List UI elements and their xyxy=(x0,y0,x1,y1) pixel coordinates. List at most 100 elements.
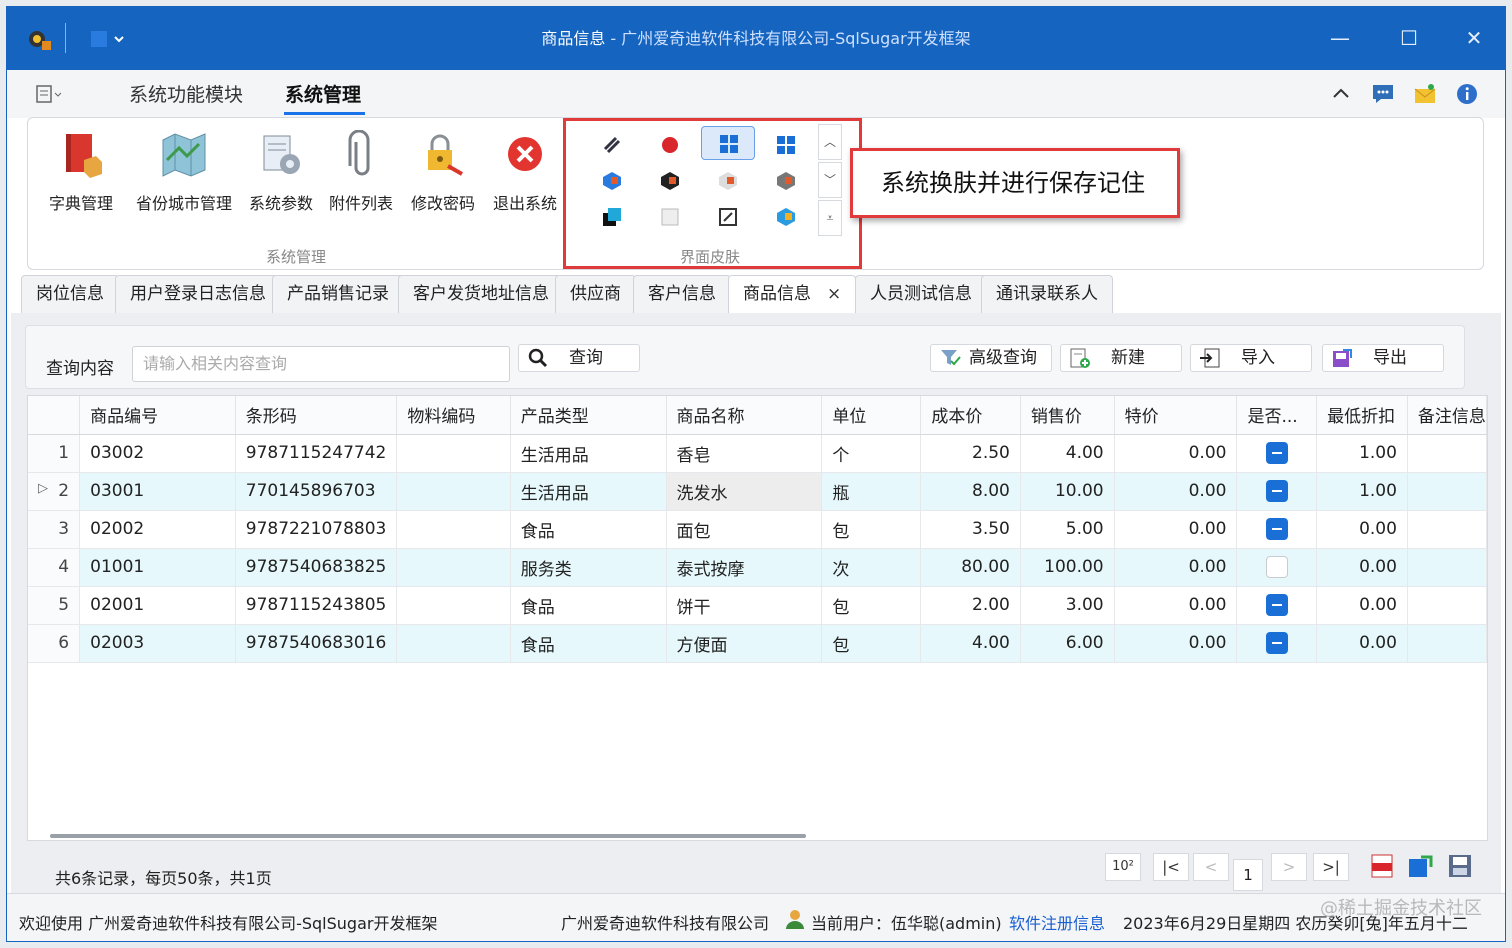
cell-checkbox[interactable] xyxy=(1236,586,1318,625)
cell-name[interactable]: 饼干 xyxy=(666,586,823,625)
tab-system-management[interactable]: 系统管理 xyxy=(285,80,361,107)
cell-checkbox[interactable] xyxy=(1236,472,1318,511)
cell-cost[interactable]: 4.00 xyxy=(920,624,1021,663)
column-header[interactable]: 商品编号 xyxy=(79,396,236,435)
table-row[interactable]: 6 02003 9787540683016 食品 方便面包 4.00 6.00 0.00 0.0… xyxy=(28,624,1487,663)
cell-name[interactable]: 香皂 xyxy=(666,434,823,473)
checked-checkbox-icon[interactable] xyxy=(1265,442,1288,464)
cell-checkbox[interactable] xyxy=(1236,624,1318,663)
column-header[interactable]: 备注信息 xyxy=(1407,396,1487,435)
cell-checkbox[interactable] xyxy=(1236,548,1318,587)
prev-page-button[interactable]: < xyxy=(1193,853,1229,881)
cell-special[interactable]: 0.00 xyxy=(1114,586,1238,625)
cell-barcode[interactable]: 9787221078803 xyxy=(235,510,398,549)
save-layout-icon[interactable] xyxy=(1447,853,1473,879)
search-input[interactable]: 请输入相关内容查询 xyxy=(132,346,510,382)
column-header[interactable]: 单位 xyxy=(821,396,922,435)
cell-discount[interactable]: 1.00 xyxy=(1316,434,1408,473)
cell-unit[interactable]: 包 xyxy=(821,510,922,549)
collapse-ribbon-icon[interactable] xyxy=(1329,82,1353,106)
cell-barcode[interactable]: 770145896703 xyxy=(235,472,398,511)
cell-code[interactable]: 03002 xyxy=(79,434,236,473)
export-page-icon[interactable] xyxy=(1407,853,1433,879)
mail-icon[interactable] xyxy=(1413,82,1437,106)
cell-special[interactable]: 0.00 xyxy=(1114,510,1238,549)
table-row[interactable]: 4 01001 9787540683825 服务类 泰式按摩次 80.00 100.00 0.… xyxy=(28,548,1487,587)
doc-tab[interactable]: 客户发货地址信息 xyxy=(398,275,564,313)
cell-note[interactable] xyxy=(1407,548,1487,587)
cell-type[interactable]: 生活用品 xyxy=(510,472,667,511)
doc-tab[interactable]: 产品销售记录 xyxy=(272,275,404,313)
cell-discount[interactable]: 0.00 xyxy=(1316,510,1408,549)
cell-name[interactable]: 面包 xyxy=(666,510,823,549)
cell-barcode[interactable]: 9787115243805 xyxy=(235,586,398,625)
attachment-list-button[interactable]: 附件列表 xyxy=(320,129,402,214)
cell-price[interactable]: 3.00 xyxy=(1020,586,1115,625)
cell-unit[interactable]: 包 xyxy=(821,586,922,625)
pdf-export-icon[interactable] xyxy=(1369,853,1395,879)
cell-note[interactable] xyxy=(1407,586,1487,625)
import-button[interactable]: 导入 xyxy=(1190,344,1312,372)
cell-code[interactable]: 02003 xyxy=(79,624,236,663)
cell-type[interactable]: 服务类 xyxy=(510,548,667,587)
doc-tab[interactable]: 人员测试信息 xyxy=(855,275,987,313)
cell-special[interactable]: 0.00 xyxy=(1114,472,1238,511)
cell-price[interactable]: 4.00 xyxy=(1020,434,1115,473)
cell-barcode[interactable]: 9787115247742 xyxy=(235,434,398,473)
cell-type[interactable]: 食品 xyxy=(510,510,667,549)
horizontal-scrollbar[interactable] xyxy=(50,834,806,838)
cell-code[interactable]: 03001 xyxy=(79,472,236,511)
table-row[interactable]: 3 02002 9787221078803 食品 面包包 3.50 5.00 0.00 0.00 xyxy=(28,510,1487,549)
cell-note[interactable] xyxy=(1407,434,1487,473)
dictionary-button[interactable]: 字典管理 xyxy=(40,130,122,214)
cell-material[interactable] xyxy=(396,434,511,473)
export-button[interactable]: 导出 xyxy=(1322,344,1444,372)
column-header[interactable]: 最低折扣 xyxy=(1316,396,1408,435)
doc-tab[interactable]: 客户信息 xyxy=(633,275,731,313)
cell-cost[interactable]: 3.50 xyxy=(920,510,1021,549)
message-icon[interactable] xyxy=(1371,82,1395,106)
close-button[interactable]: ✕ xyxy=(1461,25,1487,51)
checked-checkbox-icon[interactable] xyxy=(1265,632,1288,654)
cell-note[interactable] xyxy=(1407,472,1487,511)
doc-tab[interactable]: 供应商 xyxy=(555,275,636,313)
cell-material[interactable] xyxy=(396,624,511,663)
cell-material[interactable] xyxy=(396,472,511,511)
checked-checkbox-icon[interactable] xyxy=(1265,480,1288,502)
cell-name[interactable]: 洗发水 xyxy=(666,472,823,511)
column-header[interactable]: 销售价 xyxy=(1020,396,1115,435)
info-icon[interactable] xyxy=(1455,82,1479,106)
cell-checkbox[interactable] xyxy=(1236,510,1318,549)
ribbon-menu-icon[interactable] xyxy=(35,84,65,104)
column-header[interactable]: 成本价 xyxy=(920,396,1021,435)
register-info-link[interactable]: 软件注册信息 xyxy=(1009,910,1105,934)
unchecked-checkbox-icon[interactable] xyxy=(1265,556,1288,578)
cell-price[interactable]: 6.00 xyxy=(1020,624,1115,663)
cell-type[interactable]: 食品 xyxy=(510,624,667,663)
cell-price[interactable]: 10.00 xyxy=(1020,472,1115,511)
cell-special[interactable]: 0.00 xyxy=(1114,548,1238,587)
cell-code[interactable]: 01001 xyxy=(79,548,236,587)
search-button[interactable]: 查询 xyxy=(518,344,640,372)
new-button[interactable]: 新建 xyxy=(1060,344,1182,372)
last-page-button[interactable]: >| xyxy=(1313,853,1349,881)
doc-tab[interactable]: 岗位信息 xyxy=(21,275,119,313)
column-header[interactable]: 特价 xyxy=(1114,396,1238,435)
cell-unit[interactable]: 瓶 xyxy=(821,472,922,511)
minimize-button[interactable]: — xyxy=(1327,25,1353,51)
page-number[interactable]: 1 xyxy=(1233,859,1263,891)
cell-discount[interactable]: 0.00 xyxy=(1316,624,1408,663)
change-password-button[interactable]: 修改密码 xyxy=(402,130,484,214)
next-page-button[interactable]: > xyxy=(1271,853,1307,881)
advanced-search-button[interactable]: 高级查询 xyxy=(930,344,1052,372)
cell-discount[interactable]: 1.00 xyxy=(1316,472,1408,511)
province-city-button[interactable]: 省份城市管理 xyxy=(134,130,234,214)
checked-checkbox-icon[interactable] xyxy=(1265,594,1288,616)
doc-tab-active[interactable]: 商品信息 × xyxy=(728,275,857,313)
cell-unit[interactable]: 个 xyxy=(821,434,922,473)
cell-name[interactable]: 方便面 xyxy=(666,624,823,663)
cell-special[interactable]: 0.00 xyxy=(1114,434,1238,473)
table-row[interactable]: 1 03002 9787115247742 生活用品 香皂个 2.50 4.00 0.00 1.… xyxy=(28,434,1487,473)
cell-type[interactable]: 食品 xyxy=(510,586,667,625)
cell-barcode[interactable]: 9787540683825 xyxy=(235,548,398,587)
